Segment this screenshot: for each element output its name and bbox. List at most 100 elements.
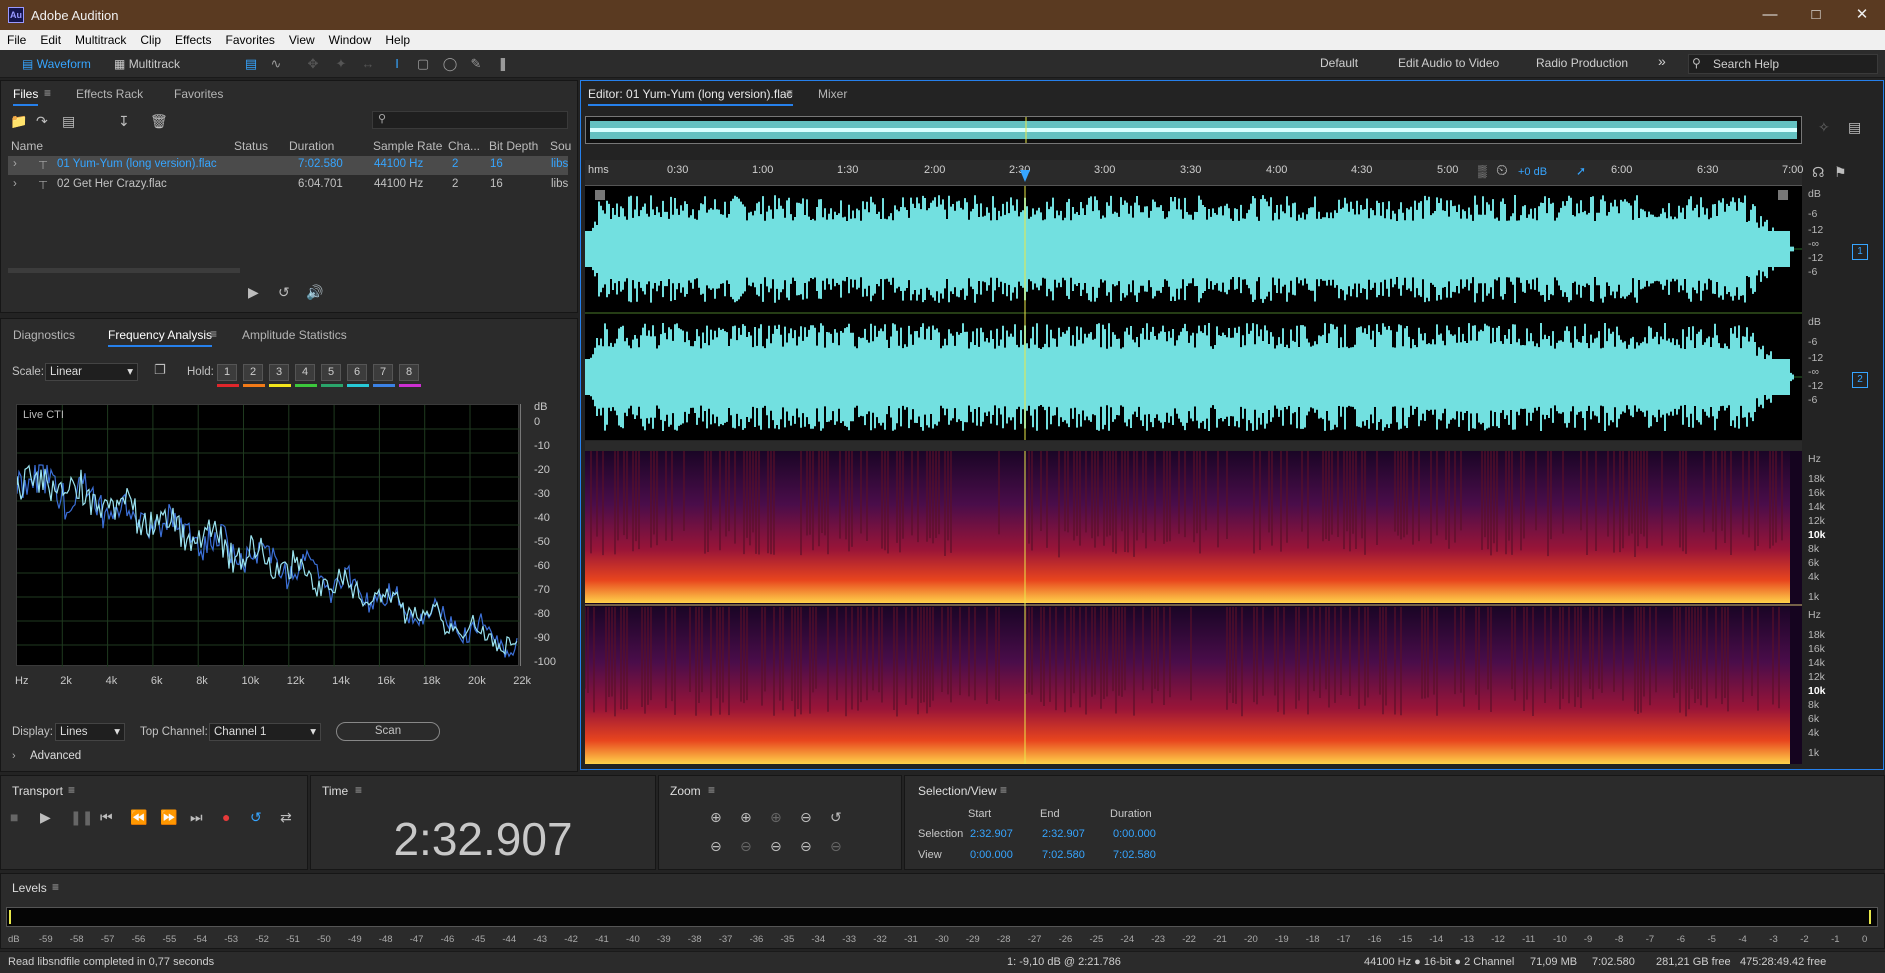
healing-tool-icon[interactable]: ❚ bbox=[495, 56, 511, 72]
loop-icon[interactable]: ↺ bbox=[250, 809, 262, 826]
scale-select[interactable]: Linear ▾ bbox=[45, 363, 138, 381]
top-channel-select[interactable]: Channel 1 ▾ bbox=[209, 723, 321, 741]
tab-files[interactable]: Files bbox=[13, 87, 39, 106]
fast-forward-icon[interactable]: ⏩ bbox=[160, 809, 177, 826]
tab-effects-rack[interactable]: Effects Rack bbox=[76, 87, 143, 101]
delete-icon[interactable]: 🗑 bbox=[150, 113, 168, 130]
zoom-in-point-icon[interactable]: ⊖ bbox=[770, 838, 782, 855]
time-selection-tool-icon[interactable]: I bbox=[389, 56, 405, 72]
zoom-selection-icon[interactable]: ⊕ bbox=[770, 809, 782, 826]
hold-button-7[interactable]: 7 bbox=[373, 364, 393, 381]
move-tool-icon[interactable]: ✥ bbox=[305, 56, 321, 72]
panel-menu-icon[interactable]: ≡ bbox=[52, 880, 59, 894]
panel-menu-icon[interactable]: ≡ bbox=[210, 327, 217, 341]
hold-button-8[interactable]: 8 bbox=[399, 364, 419, 381]
close-button[interactable]: ✕ bbox=[1839, 0, 1885, 30]
col-status[interactable]: Status bbox=[234, 139, 268, 153]
zoom-amplitude-full-icon[interactable]: ⊖ bbox=[830, 838, 842, 855]
spectral-display[interactable] bbox=[585, 451, 1802, 764]
pause-icon[interactable]: ❚❚ bbox=[70, 809, 93, 826]
insert-into-multitrack-icon[interactable]: ↧ bbox=[118, 113, 130, 130]
play-icon[interactable]: ▶ bbox=[40, 809, 51, 826]
zoom-out-full-icon[interactable]: ✧ bbox=[1818, 119, 1830, 136]
search-help-input[interactable]: Search Help bbox=[1688, 54, 1878, 74]
previous-icon[interactable]: ⏮ bbox=[100, 809, 113, 826]
advanced-chevron-icon[interactable]: › bbox=[12, 750, 16, 762]
panel-menu-icon[interactable]: ≡ bbox=[786, 86, 793, 100]
menu-file[interactable]: File bbox=[0, 30, 33, 50]
zoom-in-amplitude-icon[interactable]: ⊕ bbox=[710, 809, 722, 826]
waveform-button[interactable]: ▤ Waveform bbox=[16, 54, 97, 74]
skip-selection-icon[interactable]: ⇄ bbox=[280, 809, 292, 826]
zoom-out-point-icon[interactable]: ⊖ bbox=[800, 838, 812, 855]
view-end[interactable]: 7:02.580 bbox=[1042, 849, 1085, 861]
pin-hud-icon[interactable]: ➚ bbox=[1576, 164, 1586, 178]
tab-mixer[interactable]: Mixer bbox=[818, 87, 847, 101]
marker-icon[interactable]: ⚑ bbox=[1834, 164, 1847, 181]
zoom-reset-icon[interactable]: ↺ bbox=[830, 809, 842, 826]
scan-button[interactable]: Scan bbox=[336, 722, 440, 741]
expand-chevron-icon[interactable]: › bbox=[13, 178, 17, 190]
editor-menu-icon[interactable]: ▤ bbox=[1848, 119, 1861, 136]
maximize-button[interactable]: □ bbox=[1793, 0, 1839, 30]
selection-end[interactable]: 2:32.907 bbox=[1042, 828, 1085, 840]
next-icon[interactable]: ⏭ bbox=[190, 809, 203, 826]
zoom-out-full-time-icon[interactable]: ⊖ bbox=[800, 809, 812, 826]
panel-menu-icon[interactable]: ≡ bbox=[1000, 783, 1007, 797]
spectral-display-icon[interactable]: ▤ bbox=[243, 56, 259, 72]
col-duration[interactable]: Duration bbox=[289, 139, 334, 153]
col-name[interactable]: Name bbox=[11, 139, 43, 153]
stop-icon[interactable]: ■ bbox=[10, 809, 18, 825]
hold-button-4[interactable]: 4 bbox=[295, 364, 315, 381]
headphones-icon[interactable]: ☊ bbox=[1812, 164, 1824, 181]
tab-amplitude-statistics[interactable]: Amplitude Statistics bbox=[242, 328, 347, 342]
hold-button-5[interactable]: 5 bbox=[321, 364, 341, 381]
marquee-tool-icon[interactable]: ▢ bbox=[415, 56, 431, 72]
play-preview-icon[interactable]: ▶ bbox=[248, 284, 259, 301]
channel-1-badge[interactable]: 1 bbox=[1852, 244, 1868, 260]
minimize-button[interactable]: — bbox=[1747, 0, 1793, 30]
col-source[interactable]: Sou bbox=[550, 139, 571, 153]
hud-gain-control[interactable]: ▒ ⏲ +0 dB bbox=[1474, 162, 1578, 182]
record-icon[interactable]: ● bbox=[222, 809, 230, 825]
menu-effects[interactable]: Effects bbox=[168, 30, 218, 50]
menu-window[interactable]: Window bbox=[322, 30, 379, 50]
channel-2-badge[interactable]: 2 bbox=[1852, 372, 1868, 388]
hold-button-6[interactable]: 6 bbox=[347, 364, 367, 381]
workspace-default[interactable]: Default bbox=[1320, 56, 1358, 70]
menu-multitrack[interactable]: Multitrack bbox=[68, 30, 133, 50]
menu-edit[interactable]: Edit bbox=[33, 30, 68, 50]
hold-button-2[interactable]: 2 bbox=[243, 364, 263, 381]
view-duration[interactable]: 7:02.580 bbox=[1113, 849, 1156, 861]
hold-copy-icon[interactable]: ❐ bbox=[154, 362, 166, 378]
selection-duration[interactable]: 0:00.000 bbox=[1113, 828, 1156, 840]
zoom-in-time-icon[interactable]: ⊕ bbox=[740, 809, 752, 826]
file-row[interactable]: › ⊤ 02 Get Her Crazy.flac 6:04.701 44100… bbox=[8, 176, 568, 195]
waveform-display[interactable] bbox=[585, 186, 1802, 440]
multitrack-button[interactable]: ▦ Multitrack bbox=[108, 54, 186, 74]
autoplay-icon[interactable]: 🔊 bbox=[306, 284, 323, 301]
razor-tool-icon[interactable]: ✦ bbox=[333, 56, 349, 72]
workspace-radio-production[interactable]: Radio Production bbox=[1536, 56, 1628, 70]
zoom-out-amplitude-icon[interactable]: ⊖ bbox=[710, 838, 722, 855]
fade-out-handle[interactable] bbox=[1778, 190, 1788, 200]
horizontal-scrollbar[interactable] bbox=[8, 268, 240, 273]
open-file-icon[interactable]: 📁 bbox=[10, 113, 27, 130]
more-workspaces-icon[interactable]: » bbox=[1658, 53, 1666, 69]
file-row[interactable]: › ⊤ 01 Yum-Yum (long version).flac 7:02.… bbox=[8, 156, 568, 175]
tab-editor[interactable]: Editor: 01 Yum-Yum (long version).flac bbox=[588, 87, 793, 106]
col-bit-depth[interactable]: Bit Depth bbox=[489, 139, 538, 153]
rewind-icon[interactable]: ⏪ bbox=[130, 809, 147, 826]
import-file-icon[interactable]: ↷ bbox=[36, 113, 48, 130]
fade-in-handle[interactable] bbox=[595, 190, 605, 200]
col-channels[interactable]: Cha... bbox=[448, 139, 480, 153]
pitch-display-icon[interactable]: ∿ bbox=[268, 56, 284, 72]
advanced-section[interactable]: Advanced bbox=[30, 750, 81, 762]
tab-frequency-analysis[interactable]: Frequency Analysis bbox=[108, 328, 213, 347]
slip-tool-icon[interactable]: ↔ bbox=[360, 56, 376, 72]
selection-start[interactable]: 2:32.907 bbox=[970, 828, 1013, 840]
panel-menu-icon[interactable]: ≡ bbox=[44, 86, 51, 100]
overview-bar[interactable] bbox=[585, 116, 1802, 144]
brush-tool-icon[interactable]: ✎ bbox=[468, 56, 484, 72]
display-select[interactable]: Lines ▾ bbox=[55, 723, 125, 741]
